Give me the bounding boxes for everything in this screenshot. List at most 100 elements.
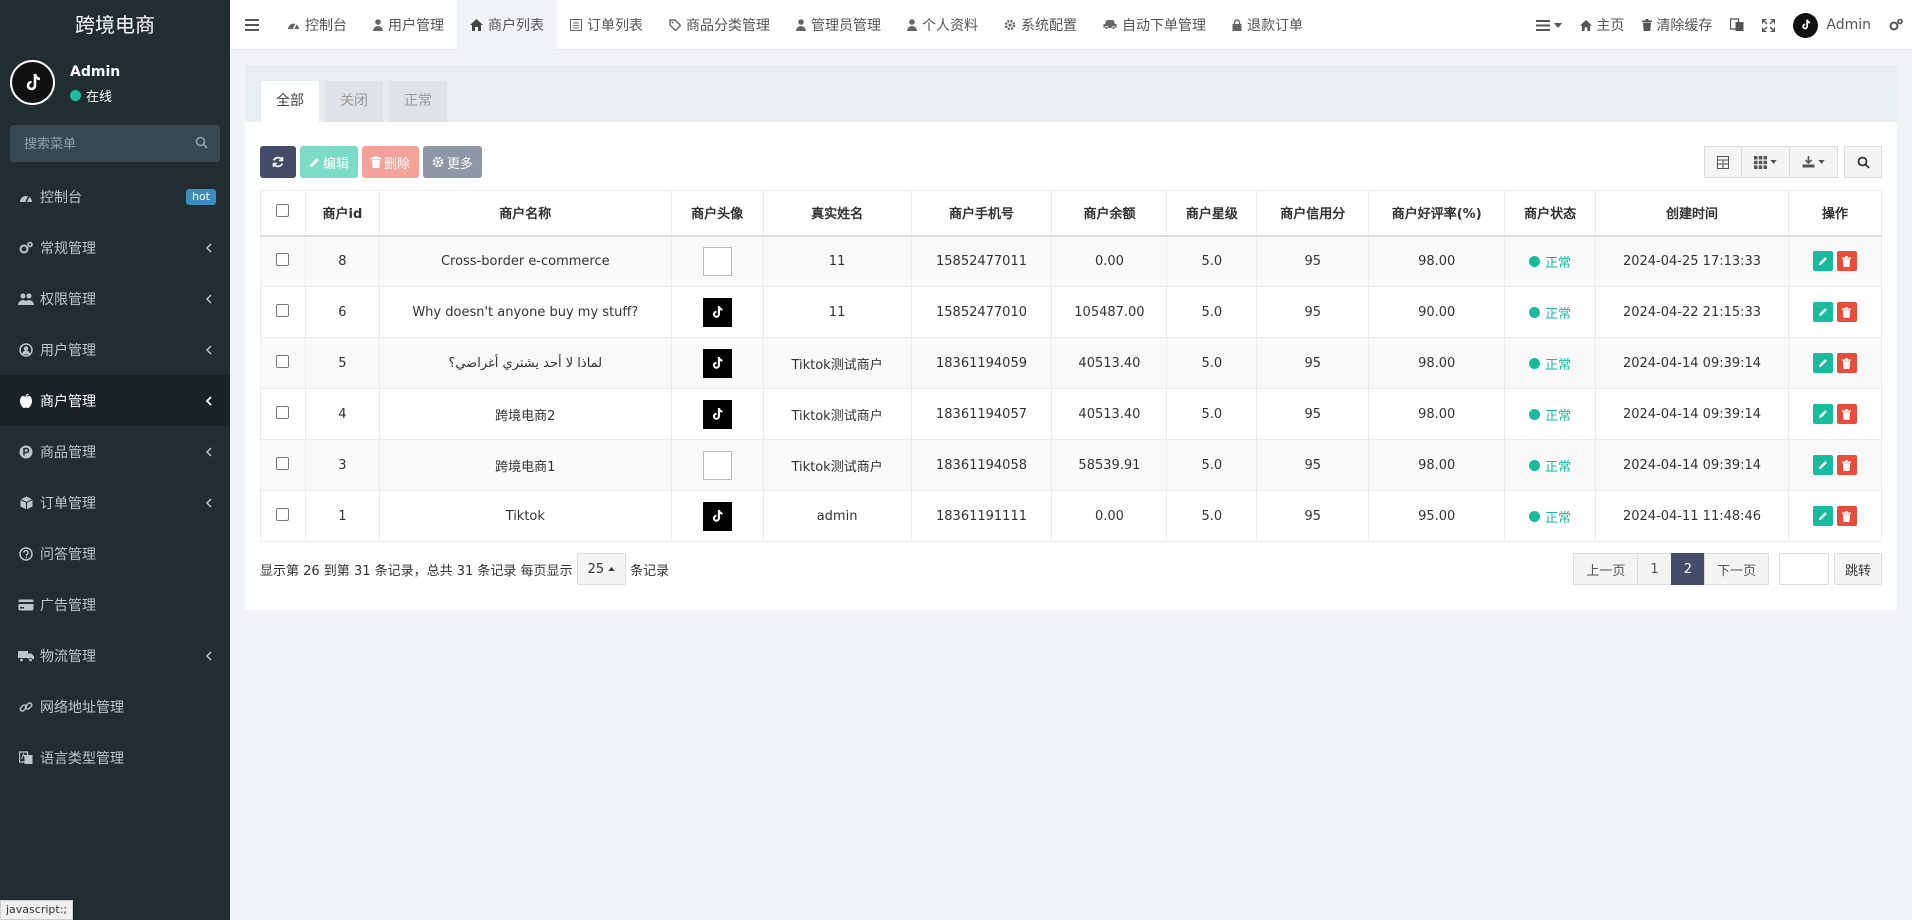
row-delete-button[interactable] bbox=[1836, 251, 1857, 272]
column-header[interactable]: 商户信用分 bbox=[1256, 190, 1370, 237]
table-row[interactable]: 1 Tiktok admin 18361191111 0.00 5.0 95 95.00 正常 2… bbox=[260, 490, 1883, 542]
row-edit-button[interactable] bbox=[1812, 455, 1833, 475]
row-checkbox[interactable] bbox=[276, 354, 290, 368]
table-row[interactable]: 4 跨境电商2 Tiktok测试商户 18361194057 40513.40 5.0 95… bbox=[260, 388, 1883, 440]
broken-image-icon[interactable] bbox=[702, 450, 732, 480]
tab-dashboard[interactable]: 控制台 bbox=[274, 0, 360, 50]
column-header[interactable]: 创建时间 bbox=[1595, 190, 1789, 237]
more-button[interactable]: 更多 bbox=[423, 146, 483, 178]
jump-button[interactable]: 跳转 bbox=[1833, 553, 1882, 585]
column-header[interactable]: 商户好评率(%) bbox=[1368, 190, 1506, 237]
sidebar-item-network[interactable]: 网络地址管理 bbox=[0, 681, 230, 732]
tab-order-list[interactable]: 订单列表 bbox=[557, 0, 656, 50]
admin-menu[interactable]: Admin bbox=[1784, 0, 1880, 50]
toggle-view-button[interactable] bbox=[1704, 146, 1742, 178]
row-delete-button[interactable] bbox=[1836, 506, 1857, 526]
column-header[interactable]: 真实姓名 bbox=[762, 190, 912, 237]
row-edit-button[interactable] bbox=[1812, 404, 1833, 424]
sidebar-item-permissions[interactable]: 权限管理 bbox=[0, 273, 230, 324]
column-header[interactable]: 商户手机号 bbox=[910, 190, 1053, 237]
merchant-avatar[interactable] bbox=[702, 399, 732, 429]
edit-button[interactable]: 编辑 bbox=[300, 146, 359, 178]
row-checkbox[interactable] bbox=[276, 405, 290, 419]
next-page-button[interactable]: 下一页 bbox=[1703, 553, 1769, 585]
row-edit-button[interactable] bbox=[1812, 353, 1833, 373]
row-delete-button[interactable] bbox=[1836, 353, 1857, 373]
merchant-avatar[interactable] bbox=[702, 297, 732, 327]
fullscreen-button[interactable] bbox=[1753, 0, 1784, 50]
filter-tab-all[interactable]: 全部 bbox=[261, 81, 319, 122]
table-row[interactable]: 8 Cross-border e-commerce 11 15852477011 0.0… bbox=[260, 235, 1883, 287]
row-checkbox[interactable] bbox=[276, 507, 290, 521]
language-button[interactable] bbox=[1721, 0, 1753, 50]
tab-list-dropdown[interactable] bbox=[1527, 0, 1571, 50]
tab-users[interactable]: 用户管理 bbox=[360, 0, 457, 50]
refresh-button[interactable] bbox=[260, 146, 296, 178]
status-badge[interactable]: 正常 bbox=[1529, 507, 1571, 526]
filter-tab-normal[interactable]: 正常 bbox=[389, 81, 447, 122]
home-button[interactable]: 主页 bbox=[1571, 0, 1633, 50]
sidebar-item-logistics[interactable]: 物流管理 bbox=[0, 630, 230, 681]
row-delete-button[interactable] bbox=[1836, 455, 1857, 475]
merchant-avatar[interactable] bbox=[702, 348, 732, 378]
column-header[interactable]: 商户状态 bbox=[1504, 190, 1597, 237]
sidebar-item-products[interactable]: 商品管理 bbox=[0, 426, 230, 477]
status-badge[interactable]: 正常 bbox=[1529, 456, 1571, 475]
table-row[interactable]: 5 لماذا لا أحد يشتري أغراضي؟ Tiktok测试商户 183… bbox=[260, 337, 1883, 389]
filter-tab-closed[interactable]: 关闭 bbox=[325, 81, 383, 122]
column-header[interactable]: 商户余额 bbox=[1051, 190, 1168, 237]
settings-button[interactable] bbox=[1880, 0, 1912, 50]
broken-image-icon[interactable] bbox=[702, 246, 732, 276]
search-toggle-button[interactable] bbox=[1844, 146, 1882, 178]
page-1-button[interactable]: 1 bbox=[1637, 553, 1672, 585]
row-edit-button[interactable] bbox=[1812, 302, 1833, 322]
row-delete-button[interactable] bbox=[1836, 302, 1857, 322]
sidebar-item-general[interactable]: 常规管理 bbox=[0, 222, 230, 273]
column-header[interactable]: 商户头像 bbox=[670, 190, 764, 237]
status-badge[interactable]: 正常 bbox=[1529, 252, 1571, 271]
page-2-button[interactable]: 2 bbox=[1670, 553, 1705, 585]
export-dropdown[interactable] bbox=[1789, 146, 1838, 178]
trash-icon bbox=[1842, 357, 1852, 369]
app-logo[interactable]: 跨境电商 bbox=[0, 0, 230, 50]
tab-profile[interactable]: 个人资料 bbox=[894, 0, 991, 50]
status-badge[interactable]: 正常 bbox=[1529, 405, 1571, 424]
select-all-checkbox[interactable] bbox=[276, 204, 290, 218]
prev-page-button[interactable]: 上一页 bbox=[1573, 553, 1639, 585]
status-badge[interactable]: 正常 bbox=[1529, 303, 1571, 322]
merchant-avatar[interactable] bbox=[702, 501, 732, 531]
columns-dropdown[interactable] bbox=[1741, 146, 1790, 178]
tab-category[interactable]: 商品分类管理 bbox=[656, 0, 783, 50]
sidebar-item-qa[interactable]: 问答管理 bbox=[0, 528, 230, 579]
tab-config[interactable]: 系统配置 bbox=[991, 0, 1090, 50]
status-badge[interactable]: 正常 bbox=[1529, 354, 1571, 373]
sidebar-search-input[interactable] bbox=[10, 125, 220, 162]
sidebar-item-ads[interactable]: 广告管理 bbox=[0, 579, 230, 630]
row-checkbox[interactable] bbox=[276, 456, 290, 470]
row-edit-button[interactable] bbox=[1812, 506, 1833, 526]
row-checkbox[interactable] bbox=[276, 303, 290, 317]
sidebar-item-dashboard[interactable]: 控制台 hot bbox=[0, 171, 230, 222]
search-icon[interactable] bbox=[195, 136, 208, 153]
row-delete-button[interactable] bbox=[1836, 404, 1857, 424]
sidebar-item-languages[interactable]: 语言类型管理 bbox=[0, 732, 230, 783]
clear-cache-button[interactable]: 清除缓存 bbox=[1633, 0, 1721, 50]
column-header[interactable]: 商户星级 bbox=[1166, 190, 1258, 237]
page-jump-input[interactable] bbox=[1778, 553, 1829, 585]
sidebar-item-merchants[interactable]: 商户管理 bbox=[0, 375, 230, 426]
column-header[interactable]: 商户名称 bbox=[378, 190, 672, 237]
sidebar-item-users[interactable]: 用户管理 bbox=[0, 324, 230, 375]
sidebar-item-orders[interactable]: 订单管理 bbox=[0, 477, 230, 528]
column-header[interactable]: 商户id bbox=[304, 190, 380, 237]
tab-admin[interactable]: 管理员管理 bbox=[783, 0, 894, 50]
table-row[interactable]: 3 跨境电商1 Tiktok测试商户 18361194058 58539.91 5.0 95… bbox=[260, 439, 1883, 491]
page-size-dropdown[interactable]: 25 bbox=[576, 553, 627, 585]
table-row[interactable]: 6 Why doesn't anyone buy my stuff? 11 15852… bbox=[260, 286, 1883, 338]
tab-auto-order[interactable]: 自动下单管理 bbox=[1090, 0, 1219, 50]
sidebar-toggle-button[interactable] bbox=[230, 0, 274, 50]
tab-refund[interactable]: 退款订单 bbox=[1219, 0, 1316, 50]
row-checkbox[interactable] bbox=[276, 252, 290, 266]
delete-button[interactable]: 删除 bbox=[362, 146, 420, 178]
row-edit-button[interactable] bbox=[1812, 251, 1833, 272]
tab-merchant-list[interactable]: 商户列表 bbox=[457, 0, 557, 50]
